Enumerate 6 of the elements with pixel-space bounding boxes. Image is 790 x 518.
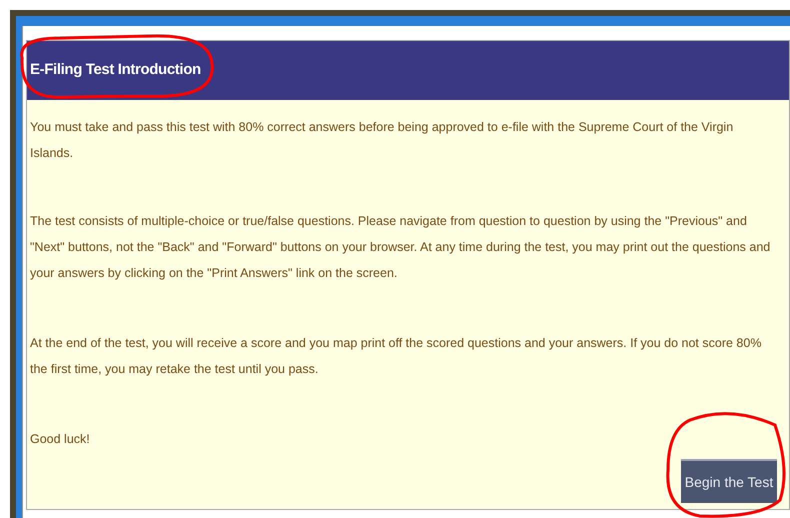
paragraph: You must take and pass this test with 80% correct answers before being approved to e-file with the Supreme Court of the Virgin Islands. <box>30 119 734 162</box>
paragraph: At the end of the test, you will receive a score and you map print off the scored questions and your answers. If you do not score 80% the first time, you may retake the test until you pass. <box>30 335 762 378</box>
paragraph: Good luck! <box>30 431 91 448</box>
begin-test-button[interactable]: Begin the Test <box>681 459 777 503</box>
paragraph: The test consists of multiple-choice or true/false questions. Please navigate from question to question by using the "Previous" and "Next" buttons, not the "Back" and "Forward" buttons on your browser. At any time during the test, you may print out the questions and your answers by clicking on the "Print Answers" link on the screen. <box>30 213 772 282</box>
panel-title: E-Filing Test Introduction <box>30 60 201 80</box>
